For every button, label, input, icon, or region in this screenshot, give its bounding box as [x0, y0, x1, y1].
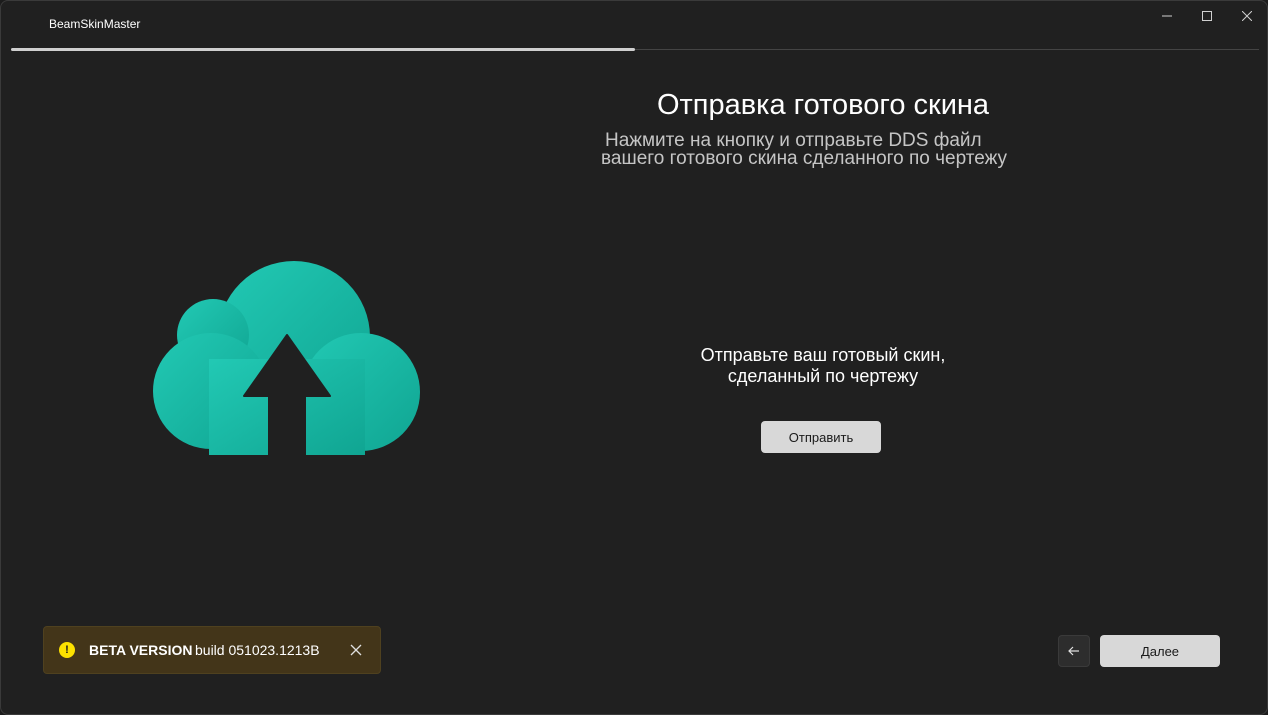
page-subtitle: Нажмите на кнопку и отправьте DDS файл в…: [601, 131, 1041, 169]
info-bar-close-button[interactable]: [343, 638, 369, 662]
back-button[interactable]: [1058, 635, 1090, 667]
app-title: BeamSkinMaster: [49, 17, 141, 31]
close-window-button[interactable]: [1227, 1, 1267, 31]
page-title: Отправка готового скина: [656, 89, 990, 121]
app-window: BeamSkinMaster Отправка готового скина Н…: [0, 0, 1268, 715]
title-bar[interactable]: BeamSkinMaster: [1, 1, 1267, 45]
beta-info-bar: ! BETA VERSION build 051023.1213B: [43, 626, 381, 674]
wizard-progress-fill: [11, 48, 635, 51]
arrow-left-icon: [1068, 646, 1079, 656]
cloud-upload-icon: [151, 259, 423, 459]
next-button[interactable]: Далее: [1100, 635, 1220, 667]
minimize-button[interactable]: [1147, 1, 1187, 31]
wizard-progress-bar: [11, 48, 1259, 51]
close-icon: [350, 644, 362, 656]
upload-prompt-line-1: Отправьте ваш готовый скин,: [700, 345, 946, 365]
info-bar-message: build 051023.1213B: [195, 642, 320, 658]
send-button[interactable]: Отправить: [761, 421, 881, 453]
maximize-icon: [1202, 11, 1212, 21]
info-bar-title: BETA VERSION: [89, 642, 193, 658]
window-controls: [1147, 1, 1267, 31]
upload-prompt: Отправьте ваш готовый скин, сделанный по…: [661, 345, 985, 387]
warning-icon: !: [59, 642, 75, 658]
close-icon: [1242, 11, 1252, 21]
minimize-icon: [1162, 15, 1172, 17]
upload-prompt-line-2: сделанный по чертежу: [727, 366, 919, 386]
maximize-button[interactable]: [1187, 1, 1227, 31]
page-subtitle-line-2: вашего готового скина сделанного по черт…: [601, 148, 1008, 169]
